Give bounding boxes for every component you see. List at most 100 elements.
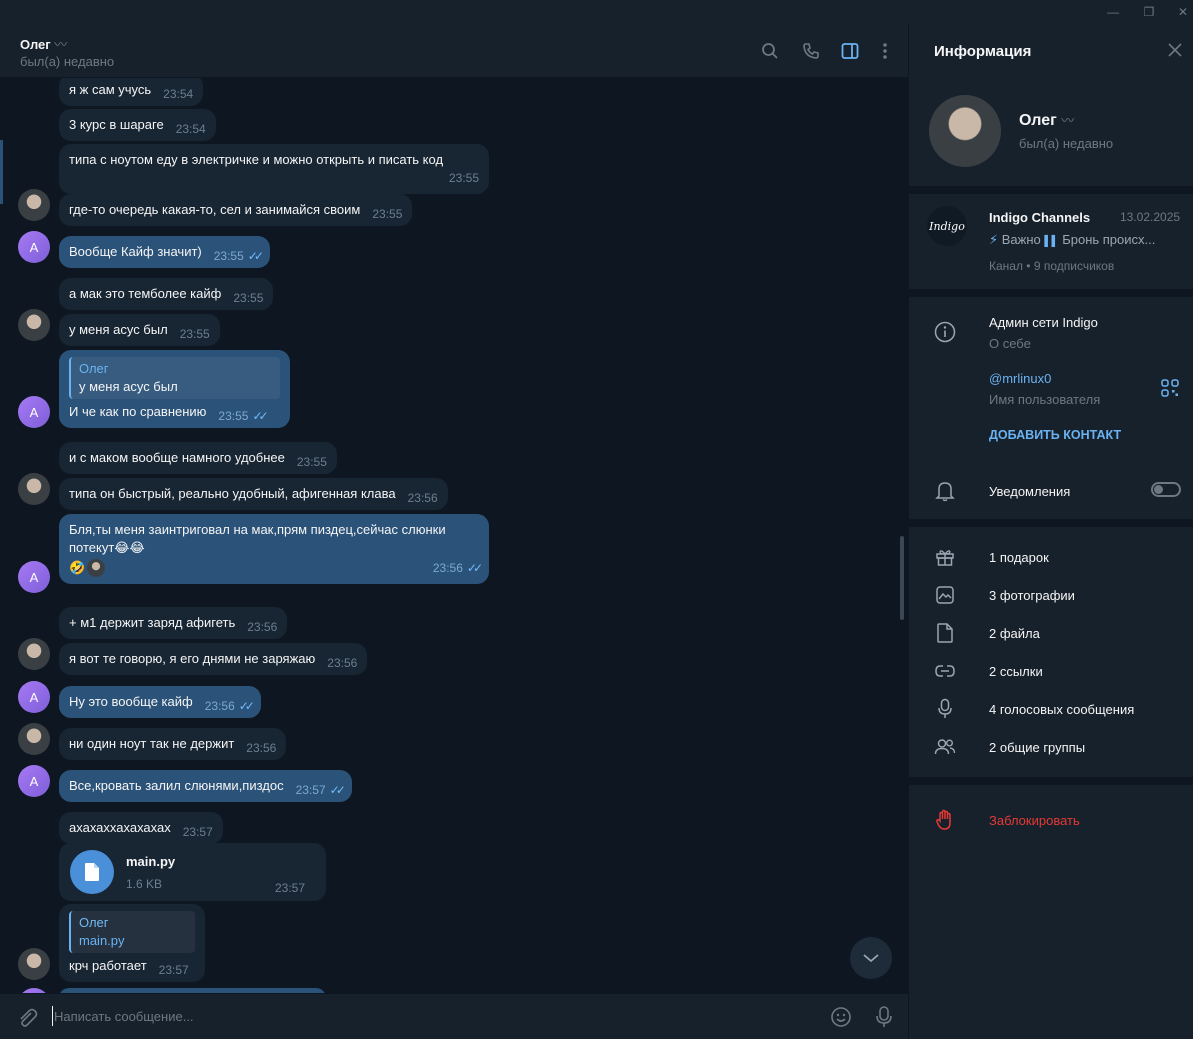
chat-title: Олег 〰 (20, 37, 68, 52)
channel-preview: ⚡ Важно ▌▌ Бронь происх... (989, 232, 1156, 247)
reply-author: Олег (79, 361, 109, 376)
minimize-button[interactable]: — (1093, 0, 1133, 24)
message-incoming-reply[interactable]: Олег main.py крч работает 23:57 (59, 904, 205, 982)
message-time: 23:55 (213, 249, 244, 263)
message-time: 23:57 (275, 881, 306, 895)
contact-avatar[interactable] (18, 948, 50, 980)
chat-header[interactable]: Олег 〰 был(а) недавно (0, 24, 908, 78)
info-title: Информация (934, 43, 1032, 60)
media-label: 3 фотографии (989, 588, 1075, 603)
file-name[interactable]: main.py (126, 853, 175, 871)
reply-quote[interactable]: Олег main.py (69, 911, 195, 953)
hand-stop-icon (934, 809, 956, 831)
scroll-down-button[interactable] (850, 937, 892, 979)
scrollbar-thumb[interactable] (900, 536, 904, 620)
contact-avatar[interactable] (18, 189, 50, 221)
close-icon[interactable] (1167, 42, 1183, 58)
unread-indicator (0, 140, 3, 204)
file-icon (934, 622, 956, 644)
message-incoming[interactable]: ни один ноут так не держит 23:56 (59, 728, 287, 760)
info-icon (934, 321, 956, 343)
my-avatar[interactable]: A (18, 231, 50, 263)
message-incoming[interactable]: я вот те говорю, я его днями не заряжаю 2… (59, 643, 368, 675)
channel-date: 13.02.2025 (1120, 210, 1181, 224)
search-icon[interactable] (759, 40, 781, 62)
chat-status: был(а) недавно (20, 54, 115, 69)
message-outgoing[interactable]: Бля,ты меня заинтриговал на мак,прям пиз… (59, 514, 489, 584)
contact-avatar[interactable] (18, 309, 50, 341)
channel-name: Indigo Channels (989, 210, 1091, 225)
message-outgoing-reply[interactable]: Олег у меня асус был И че как по сравнен… (59, 350, 290, 428)
read-checkmarks-icon: ✓✓ (247, 249, 264, 263)
message-time: 23:55 (218, 409, 249, 423)
my-avatar[interactable]: A (18, 396, 50, 428)
bell-icon (934, 480, 956, 502)
photo-icon (934, 584, 956, 606)
profile-avatar[interactable] (929, 95, 1001, 167)
gift-icon (934, 546, 956, 568)
message-text: ахахаххахахахах (69, 820, 171, 835)
message-input[interactable]: Написать сообщение... (54, 1009, 194, 1024)
file-message[interactable]: main.py 1.6 KB 23:57 (59, 843, 326, 901)
message-text: Все,кровать залил слюнями,пиздос (69, 778, 284, 793)
message-incoming[interactable]: где-то очередь какая-то, сел и занимайся… (59, 194, 413, 226)
message-incoming[interactable]: я ж сам учусь 23:54 (59, 78, 204, 106)
reply-quote[interactable]: Олег у меня асус был (69, 357, 280, 399)
contact-avatar[interactable] (18, 473, 50, 505)
message-text: И че как по сравнению (69, 404, 207, 419)
notifications-toggle[interactable] (1151, 482, 1181, 497)
qr-code-icon[interactable] (1161, 379, 1179, 397)
message-text: я вот те говорю, я его днями не заряжаю (69, 651, 316, 666)
read-checkmarks-icon: ✓✓ (252, 409, 268, 423)
message-text: и с маком вообще намного удобнее (69, 450, 285, 465)
message-incoming[interactable]: типа он быстрый, реально удобный, афиген… (59, 478, 448, 510)
contact-avatar[interactable] (18, 638, 50, 670)
message-text: Вообще Кайф значит) (69, 244, 202, 259)
my-avatar[interactable]: A (18, 681, 50, 713)
message-text: Бля,ты меня заинтриговал на мак,прям пиз… (69, 522, 446, 537)
add-contact-button[interactable]: ДОБАВИТЬ КОНТАКТ (989, 428, 1121, 442)
microphone-icon[interactable] (874, 1005, 894, 1029)
message-incoming[interactable]: + м1 держит заряд афигеть 23:56 (59, 607, 288, 639)
more-menu-icon[interactable] (874, 40, 896, 62)
message-time: 23:55 (448, 171, 479, 185)
file-icon[interactable] (70, 850, 114, 894)
message-time: 23:56 (407, 491, 438, 505)
media-label: 2 общие группы (989, 740, 1086, 755)
username-link[interactable]: @mrlinux0 (989, 371, 1051, 386)
emoji-icon[interactable] (830, 1006, 852, 1028)
message-text: + м1 держит заряд афигеть (69, 615, 236, 630)
message-incoming[interactable]: у меня асус был 23:55 (59, 314, 220, 346)
message-incoming[interactable]: и с маком вообще намного удобнее 23:55 (59, 442, 337, 474)
message-outgoing[interactable]: Вообще Кайф значит) 23:55 ✓✓ (59, 236, 270, 268)
message-incoming[interactable]: 3 курс в шараге 23:54 (59, 109, 216, 141)
message-incoming[interactable]: типа с ноутом еду в электричке и можно о… (59, 144, 489, 194)
toggle-knob (1154, 485, 1163, 494)
window-close-button[interactable]: ✕ (1163, 0, 1193, 24)
my-avatar[interactable]: A (18, 561, 50, 593)
contact-avatar[interactable] (18, 723, 50, 755)
message-time: 23:56 (327, 656, 358, 670)
message-time: 23:54 (175, 122, 206, 136)
bio-label: О себе (989, 336, 1031, 351)
media-label: 4 голосовых сообщения (989, 702, 1135, 717)
sidebar-toggle-icon[interactable] (839, 40, 861, 62)
my-avatar[interactable]: A (18, 765, 50, 797)
message-text: 3 курс в шараге (69, 117, 164, 132)
message-list[interactable]: я ж сам учусь 23:54 3 курс в шараге 23:54 … (0, 78, 908, 993)
reaction-badge[interactable]: 🤣 (69, 559, 106, 577)
message-incoming[interactable]: а мак это темболее кайф 23:55 (59, 278, 274, 310)
read-checkmarks-icon: ✓✓ (238, 699, 255, 713)
phone-icon[interactable] (800, 40, 822, 62)
attach-icon[interactable] (16, 1007, 38, 1029)
groups-icon (934, 736, 956, 758)
message-text: ни один ноут так не держит (69, 736, 235, 751)
message-incoming[interactable]: ахахаххахахахах 23:57 (59, 812, 223, 844)
channel-logo: Indigo (927, 206, 967, 246)
message-outgoing[interactable]: Ну это вообще кайф 23:56 ✓✓ (59, 686, 261, 718)
message-outgoing[interactable]: Все,кровать залил слюнями,пиздос 23:57 ✓✓ (59, 770, 352, 802)
message-composer[interactable]: Написать сообщение... (0, 993, 908, 1039)
window-titlebar: — ❐ ✕ (0, 0, 1193, 24)
message-text: Ну это вообще кайф (69, 694, 193, 709)
media-label: 1 подарок (989, 550, 1049, 565)
